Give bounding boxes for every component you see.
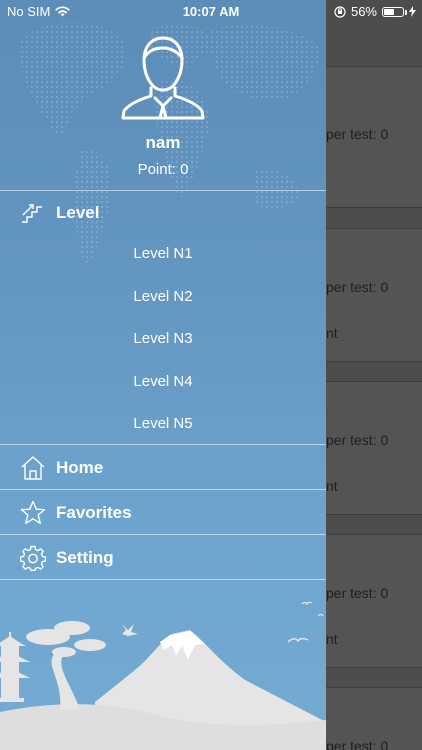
side-drawer: nam Point: 0 Level Level N1 Level N2 Lev… xyxy=(0,0,326,750)
user-avatar-icon[interactable] xyxy=(121,34,205,120)
background-card-text: nt xyxy=(326,325,338,341)
divider xyxy=(0,579,326,580)
level-n3-item[interactable]: Level N3 xyxy=(0,330,326,347)
gear-icon xyxy=(20,545,46,571)
divider xyxy=(0,444,326,445)
background-card xyxy=(326,534,422,668)
background-card-text: per test: 0 xyxy=(326,432,389,448)
menu-item-setting[interactable]: Setting xyxy=(0,543,326,573)
divider xyxy=(0,489,326,490)
level-n2-item[interactable]: Level N2 xyxy=(0,288,326,305)
star-icon xyxy=(20,500,46,526)
user-name: nam xyxy=(145,133,181,152)
user-points: Point: 0 xyxy=(137,161,189,178)
menu-item-favorites[interactable]: Favorites xyxy=(0,498,326,528)
menu-item-level-label: Level xyxy=(56,203,100,222)
level-n5-item[interactable]: Level N5 xyxy=(0,415,326,432)
menu-item-favorites-label: Favorites xyxy=(56,503,132,522)
background-card-text: per test: 0 xyxy=(326,279,389,295)
battery-percent: 56% xyxy=(350,4,377,19)
menu-item-home[interactable]: Home xyxy=(0,453,326,483)
background-card-text: per test: 0 xyxy=(326,738,389,750)
battery-icon xyxy=(382,6,407,17)
background-card-text: per test: 0 xyxy=(326,126,389,142)
background-card-text: nt xyxy=(326,478,338,494)
background-card xyxy=(326,228,422,362)
charging-bolt-icon xyxy=(409,6,416,17)
battery-level xyxy=(384,8,395,15)
status-right: 56% xyxy=(334,4,416,19)
background-card-text: nt xyxy=(326,631,338,647)
divider xyxy=(0,190,326,191)
status-bar: No SIM 10:07 AM 56% xyxy=(0,0,422,24)
level-n4-item[interactable]: Level N4 xyxy=(0,373,326,390)
background-card xyxy=(326,381,422,515)
home-icon xyxy=(20,455,46,481)
battery-tip xyxy=(405,9,407,15)
menu-item-home-label: Home xyxy=(56,458,104,477)
japan-scenery-illustration xyxy=(0,601,326,750)
stairs-icon xyxy=(20,200,46,226)
divider xyxy=(0,534,326,535)
menu-item-setting-label: Setting xyxy=(56,548,114,567)
level-n1-item[interactable]: Level N1 xyxy=(0,245,326,262)
menu-item-level[interactable]: Level xyxy=(0,198,326,228)
background-card-text: per test: 0 xyxy=(326,585,389,601)
orientation-lock-icon xyxy=(334,5,346,18)
